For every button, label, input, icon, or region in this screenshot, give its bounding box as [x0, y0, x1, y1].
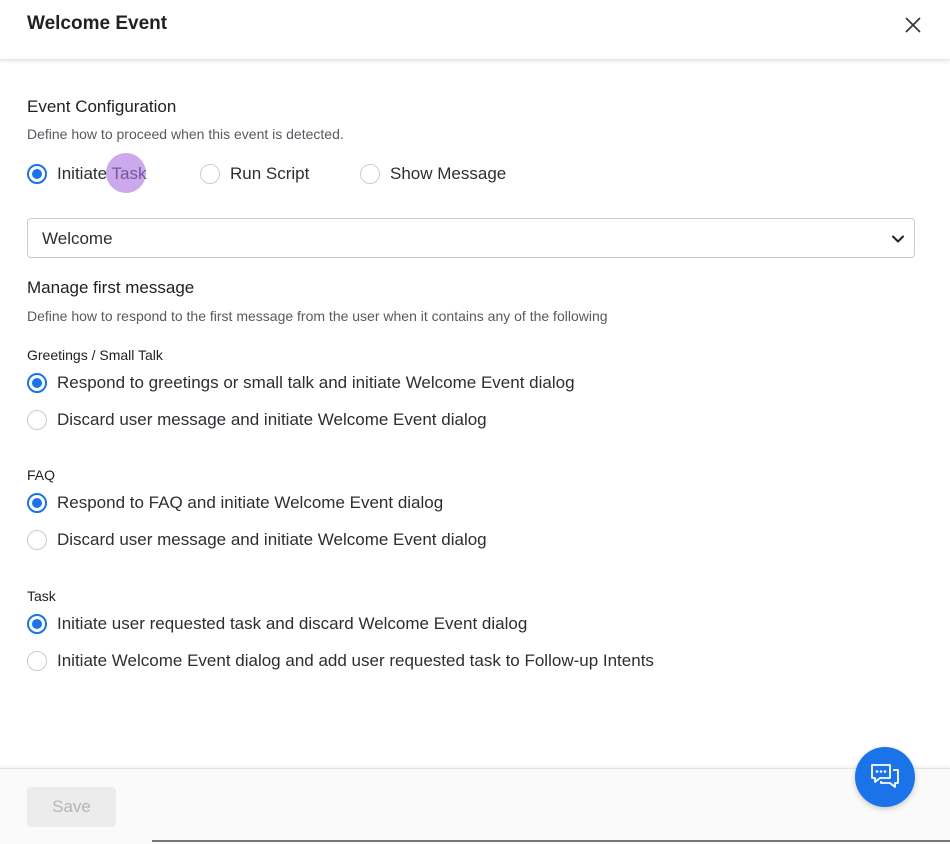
- radio-greetings-discard[interactable]: Discard user message and initiate Welcom…: [27, 408, 487, 432]
- divider: [152, 840, 950, 842]
- radio-button[interactable]: [27, 614, 47, 634]
- radio-button[interactable]: [200, 164, 220, 184]
- radio-label: Show Message: [390, 164, 507, 183]
- radio-label: Discard user message and initiate Welcom…: [57, 410, 487, 429]
- radio-show-message[interactable]: Show Message: [360, 162, 506, 186]
- radio-label: Initiate Welcome Event dialog and add us…: [57, 651, 654, 670]
- radio-label: Run Script: [230, 164, 310, 183]
- radio-label: Respond to greetings or small talk and i…: [57, 373, 575, 392]
- event-config-subtitle: Define how to proceed when this event is…: [27, 126, 344, 142]
- dialog-title: Welcome Event: [27, 13, 168, 34]
- radio-button[interactable]: [27, 493, 47, 513]
- first-message-subtitle: Define how to respond to the first messa…: [27, 308, 608, 324]
- close-icon: [905, 17, 921, 33]
- task-select-value: Welcome: [42, 229, 113, 248]
- radio-button[interactable]: [27, 164, 47, 184]
- radio-task-initiate-user[interactable]: Initiate user requested task and discard…: [27, 612, 527, 636]
- radio-button[interactable]: [360, 164, 380, 184]
- radio-label: Initiate Task: [57, 164, 147, 183]
- radio-button[interactable]: [27, 410, 47, 430]
- task-select[interactable]: Welcome: [27, 218, 915, 258]
- event-config-title: Event Configuration: [27, 97, 177, 116]
- radio-greetings-respond[interactable]: Respond to greetings or small talk and i…: [27, 371, 575, 395]
- radio-button[interactable]: [27, 373, 47, 393]
- dialog-footer: Save: [0, 768, 950, 844]
- dialog-header: Welcome Event: [0, 0, 950, 60]
- radio-button[interactable]: [27, 651, 47, 671]
- radio-faq-respond[interactable]: Respond to FAQ and initiate Welcome Even…: [27, 491, 443, 515]
- chevron-down-icon: [892, 235, 904, 243]
- radio-faq-discard[interactable]: Discard user message and initiate Welcom…: [27, 528, 487, 552]
- group-label-faq: FAQ: [27, 467, 56, 483]
- chat-icon: [871, 764, 899, 788]
- group-label-greetings: Greetings / Small Talk: [27, 347, 163, 363]
- chat-button[interactable]: [855, 747, 915, 807]
- group-label-task: Task: [27, 588, 56, 604]
- first-message-title: Manage first message: [27, 278, 195, 297]
- radio-button[interactable]: [27, 530, 47, 550]
- radio-label: Discard user message and initiate Welcom…: [57, 530, 487, 549]
- close-button[interactable]: [900, 12, 926, 38]
- radio-task-initiate-welcome[interactable]: Initiate Welcome Event dialog and add us…: [27, 649, 654, 673]
- radio-initiate-task[interactable]: Initiate Task: [27, 162, 146, 186]
- save-button[interactable]: Save: [27, 787, 116, 827]
- radio-label: Respond to FAQ and initiate Welcome Even…: [57, 493, 444, 512]
- radio-run-script[interactable]: Run Script: [200, 162, 309, 186]
- radio-label: Initiate user requested task and discard…: [57, 614, 528, 633]
